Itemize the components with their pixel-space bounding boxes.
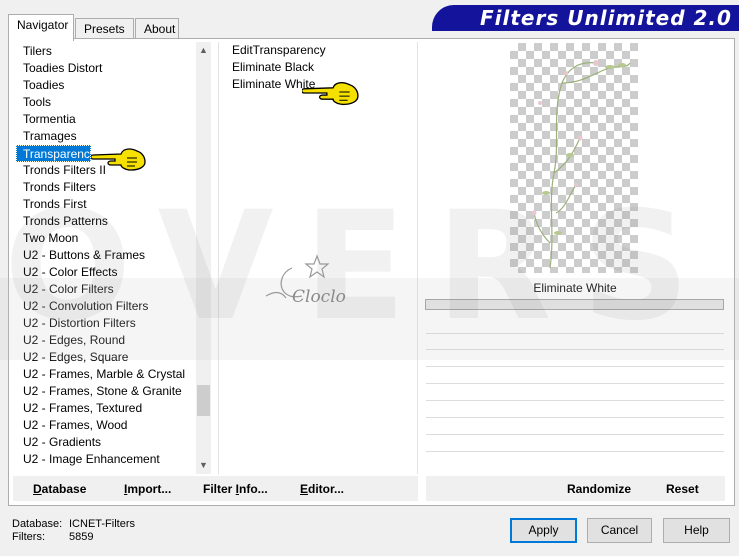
- tab-about[interactable]: About: [135, 18, 179, 40]
- category-list[interactable]: Tilers Toadies Distort Toadies Tools Torment…: [16, 42, 195, 474]
- filters-unlimited-window: Filters Unlimited 2.0 Navigator Presets …: [0, 0, 739, 556]
- tab-navigator[interactable]: Navigator: [8, 14, 74, 41]
- filter-item[interactable]: Eliminate Black: [219, 59, 417, 76]
- flower-branch-image: [531, 60, 631, 269]
- category-item-selected[interactable]: Transparency: [16, 145, 96, 162]
- parameter-row: [426, 366, 724, 367]
- parameter-row: [426, 451, 724, 452]
- status-area: Database: ICNET-Filters Filters: 5859: [12, 518, 135, 544]
- category-item[interactable]: Two Moon: [16, 230, 195, 247]
- category-item[interactable]: Tramages: [16, 128, 195, 145]
- filters-count-label: Filters:: [12, 531, 45, 543]
- signature-logo: Cloclo: [262, 250, 358, 315]
- parameter-row: [426, 434, 724, 435]
- category-item[interactable]: U2 - Image Enhancement: [16, 451, 195, 468]
- database-accelerator: D: [33, 482, 42, 496]
- category-item[interactable]: U2 - Frames, Marble & Crystal: [16, 366, 195, 383]
- category-item[interactable]: U2 - Gradients: [16, 434, 195, 451]
- category-scrollbar[interactable]: ▲ ▼: [196, 42, 211, 474]
- category-item[interactable]: U2 - Frames, Stone & Granite: [16, 383, 195, 400]
- filters-count-value: 5859: [69, 531, 94, 543]
- editor-label: ditor...: [308, 482, 345, 496]
- scroll-down-icon[interactable]: ▼: [196, 457, 211, 474]
- scroll-thumb[interactable]: [197, 385, 210, 416]
- cancel-button[interactable]: Cancel: [587, 518, 652, 543]
- category-item[interactable]: U2 - Buttons & Frames: [16, 247, 195, 264]
- app-title: Filters Unlimited 2.0: [480, 6, 732, 30]
- watermark-band: [0, 278, 739, 360]
- category-item[interactable]: Tools: [16, 94, 195, 111]
- filter-item[interactable]: EditTransparency: [219, 42, 417, 59]
- parameter-row: [426, 400, 724, 401]
- category-item[interactable]: Tronds Patterns: [16, 213, 195, 230]
- scroll-up-icon[interactable]: ▲: [196, 42, 211, 59]
- database-status-value: ICNET-Filters: [69, 518, 135, 530]
- randomize-button[interactable]: Randomize: [567, 482, 631, 496]
- category-item[interactable]: Tormentia: [16, 111, 195, 128]
- database-status-label: Database:: [12, 518, 63, 530]
- apply-button[interactable]: Apply: [510, 518, 577, 543]
- editor-accelerator: E: [300, 482, 309, 496]
- tab-presets[interactable]: Presets: [75, 18, 134, 40]
- database-button[interactable]: Database: [33, 482, 86, 496]
- database-label: atabase: [41, 482, 87, 496]
- category-item[interactable]: Toadies: [16, 77, 195, 94]
- import-button[interactable]: Import...: [124, 482, 171, 496]
- signature-text: Cloclo: [292, 287, 346, 307]
- filter-info-button[interactable]: Filter Info...: [203, 482, 268, 496]
- editor-button[interactable]: Editor...: [300, 482, 344, 496]
- category-item[interactable]: Tronds Filters: [16, 179, 195, 196]
- help-button[interactable]: Help: [663, 518, 730, 543]
- category-item[interactable]: Toadies Distort: [16, 60, 195, 77]
- category-item[interactable]: U2 - Frames, Wood: [16, 417, 195, 434]
- import-label: mport...: [127, 482, 172, 496]
- filter-info-prefix: Filter: [203, 482, 236, 496]
- pointing-hand-filter-icon: [301, 79, 360, 110]
- pointing-hand-category-icon: [90, 146, 147, 175]
- category-item[interactable]: Tilers: [16, 43, 195, 60]
- preview-image: [510, 43, 638, 273]
- reset-button[interactable]: Reset: [666, 482, 699, 496]
- parameter-row: [426, 417, 724, 418]
- filter-info-label: nfo...: [239, 482, 268, 496]
- signature-flower-icon: Cloclo: [265, 254, 346, 307]
- category-item[interactable]: Tronds First: [16, 196, 195, 213]
- category-item[interactable]: U2 - Frames, Textured: [16, 400, 195, 417]
- parameter-row: [426, 383, 724, 384]
